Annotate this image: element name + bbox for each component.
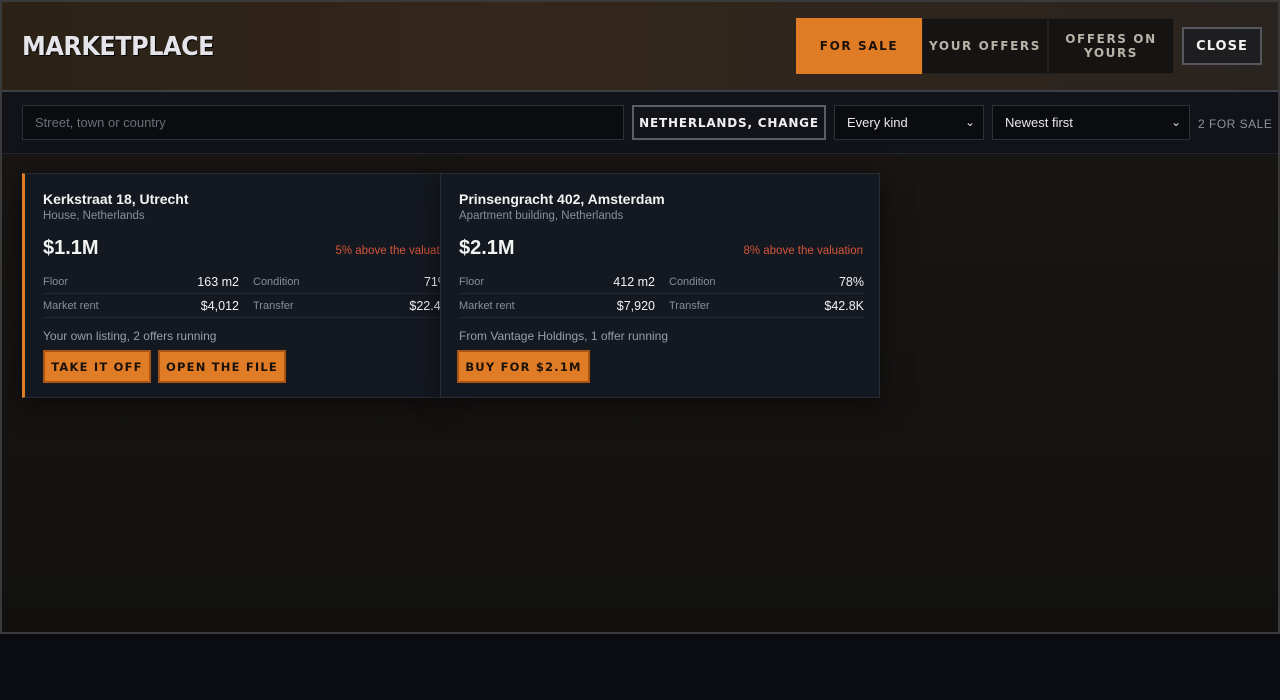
kind-select-value: Every kind — [847, 115, 908, 130]
listing-subtitle: Apartment building, Netherlands — [459, 210, 624, 222]
stat-label: Condition — [253, 276, 300, 288]
stat-condition: Condition 78% — [669, 270, 864, 294]
stat-transfer: Transfer $22.4K — [253, 294, 441, 318]
page-title: MARKETPLACE — [22, 32, 215, 62]
sort-select-value: Newest first — [1005, 115, 1073, 130]
close-button[interactable]: CLOSE — [1182, 27, 1262, 65]
sort-select[interactable]: Newest first ⌄ — [992, 105, 1190, 140]
stat-value: $42.8K — [824, 299, 864, 313]
valuation-note: 5% above the valuation — [335, 245, 441, 257]
stat-transfer: Transfer $42.8K — [669, 294, 864, 318]
tab-your-offers[interactable]: YOUR OFFERS — [922, 18, 1048, 74]
listing-note: Your own listing, 2 offers running — [43, 329, 217, 343]
stat-label: Transfer — [669, 300, 710, 312]
stat-rent: Market rent $4,012 — [43, 294, 239, 318]
open-file-button[interactable]: OPEN THE FILE — [158, 350, 286, 383]
valuation-note: 8% above the valuation — [743, 245, 863, 257]
stat-value: 412 m2 — [613, 275, 655, 289]
listing-card: Prinsengracht 402, Amsterdam Apartment b… — [440, 173, 880, 398]
stat-row: Floor 163 m2 Condition 71% — [43, 270, 441, 294]
stat-row: Market rent $7,920 Transfer $42.8K — [459, 294, 864, 318]
listing-price: $1.1M — [43, 237, 99, 259]
stat-condition: Condition 71% — [253, 270, 441, 294]
stat-label: Floor — [459, 276, 485, 288]
stat-label: Floor — [43, 276, 69, 288]
listing-card: Kerkstraat 18, Utrecht House, Netherland… — [22, 173, 442, 398]
stat-value: 163 m2 — [197, 275, 239, 289]
tab-for-sale[interactable]: FOR SALE — [796, 18, 922, 74]
stat-value: 78% — [838, 275, 864, 289]
search-input[interactable] — [22, 105, 624, 140]
listing-subtitle: House, Netherlands — [43, 210, 145, 222]
listing-price: $2.1M — [459, 237, 515, 259]
chevron-down-icon: ⌄ — [964, 115, 975, 129]
listing-title: Kerkstraat 18, Utrecht — [43, 191, 189, 207]
stat-value: $4,012 — [200, 299, 239, 313]
filter-toolbar: NETHERLANDS, CHANGE Every kind ⌄ Newest … — [2, 92, 1278, 154]
buy-button[interactable]: BUY FOR $2.1M — [457, 350, 590, 383]
stat-label: Transfer — [253, 300, 294, 312]
stat-value: $22.4K — [409, 299, 441, 313]
listing-title: Prinsengracht 402, Amsterdam — [459, 191, 665, 207]
listing-note: From Vantage Holdings, 1 offer running — [459, 329, 669, 343]
kind-select[interactable]: Every kind ⌄ — [834, 105, 984, 140]
marketplace-window: MARKETPLACE FOR SALE YOUR OFFERS OFFERS … — [0, 0, 1280, 634]
stat-label: Condition — [669, 276, 716, 288]
tab-offers-on-yours[interactable]: OFFERS ON YOURS — [1048, 18, 1174, 74]
tab-bar: FOR SALE YOUR OFFERS OFFERS ON YOURS — [796, 18, 1174, 74]
stat-row: Floor 412 m2 Condition 78% — [459, 270, 864, 294]
stat-label: Market rent — [43, 300, 99, 312]
chevron-down-icon: ⌄ — [1170, 115, 1181, 129]
stat-rent: Market rent $7,920 — [459, 294, 655, 318]
take-it-off-button[interactable]: TAKE IT OFF — [43, 350, 151, 383]
listing-count: 2 FOR SALE — [1198, 117, 1273, 131]
stat-floor: Floor 163 m2 — [43, 270, 239, 294]
stat-floor: Floor 412 m2 — [459, 270, 655, 294]
stat-row: Market rent $4,012 Transfer $22.4K — [43, 294, 441, 318]
change-country-button[interactable]: NETHERLANDS, CHANGE — [632, 105, 826, 140]
header-bar: MARKETPLACE FOR SALE YOUR OFFERS OFFERS … — [2, 2, 1278, 92]
stat-value: $7,920 — [616, 299, 655, 313]
stat-label: Market rent — [459, 300, 515, 312]
